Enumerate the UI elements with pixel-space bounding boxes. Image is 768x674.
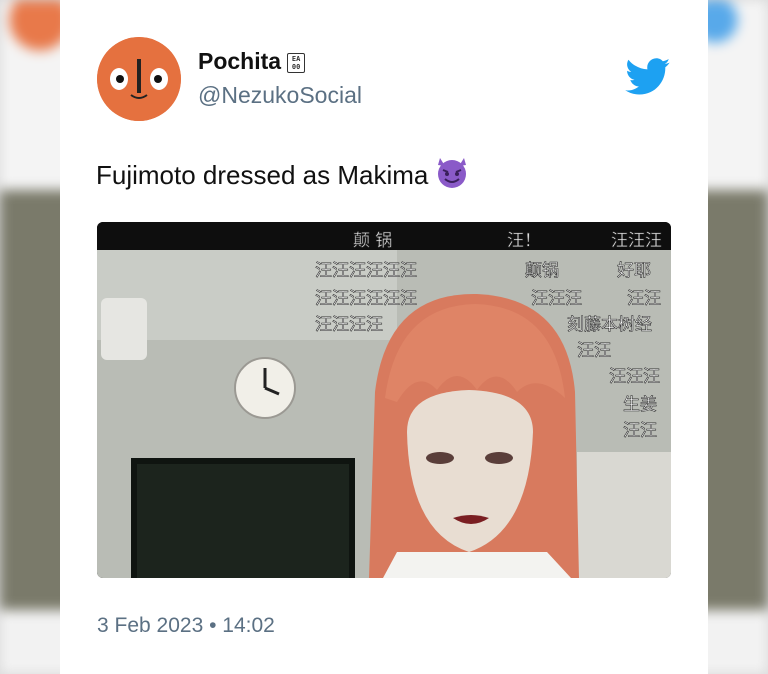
display-name[interactable]: Pochita EA 00 — [198, 48, 306, 75]
danmaku-comment: 好耶 — [617, 261, 651, 281]
display-name-text: Pochita — [198, 48, 282, 74]
badge-icon: EA 00 — [287, 52, 306, 73]
danmaku-comment: 汪汪汪 — [609, 367, 660, 387]
danmaku-comment: 汪汪 — [627, 289, 661, 309]
user-handle[interactable]: @NezukoSocial — [198, 82, 362, 109]
twitter-bird-icon — [625, 58, 671, 95]
danmaku-comment: 汪！ — [507, 231, 541, 251]
danmaku-comment: 生姜 — [623, 395, 657, 415]
tweet-text-body: Fujimoto dressed as Makima — [96, 160, 429, 190]
danmaku-comment: 汪汪 — [623, 421, 657, 441]
smiling-devil-icon — [434, 154, 470, 197]
danmaku-comment: 汪汪汪汪汪汪 — [315, 261, 417, 281]
danmaku-comment: 汪汪 — [577, 341, 611, 361]
cosplay-photo: 颠 锅 汪！ 汪汪汪 汪汪汪汪汪汪 颠锅 好耶 汪汪汪汪汪汪 汪汪汪 汪汪 汪汪… — [97, 222, 671, 578]
danmaku-comment: 颠 锅 — [353, 231, 392, 251]
danmaku-comment: 刻藤本树经 — [567, 315, 652, 335]
avatar[interactable] — [97, 37, 181, 121]
danmaku-comment: 颠锅 — [525, 261, 559, 281]
danmaku-comment: 汪汪汪汪汪汪 — [315, 289, 417, 309]
danmaku-comment: 汪汪汪 — [531, 289, 582, 309]
tweet-media[interactable]: 颠 锅 汪！ 汪汪汪 汪汪汪汪汪汪 颠锅 好耶 汪汪汪汪汪汪 汪汪汪 汪汪 汪汪… — [97, 222, 671, 578]
tweet-card: Pochita EA 00 @NezukoSocial Fujimoto dress… — [60, 0, 708, 674]
danmaku-comment: 汪汪汪汪 — [315, 315, 383, 335]
pochita-face-icon — [97, 37, 181, 121]
tweet-timestamp[interactable]: 3 Feb 2023 • 14:02 — [97, 614, 275, 638]
danmaku-comment: 汪汪汪 — [611, 231, 662, 251]
wall-clock-icon — [234, 357, 296, 419]
tweet-text: Fujimoto dressed as Makima — [96, 154, 470, 197]
